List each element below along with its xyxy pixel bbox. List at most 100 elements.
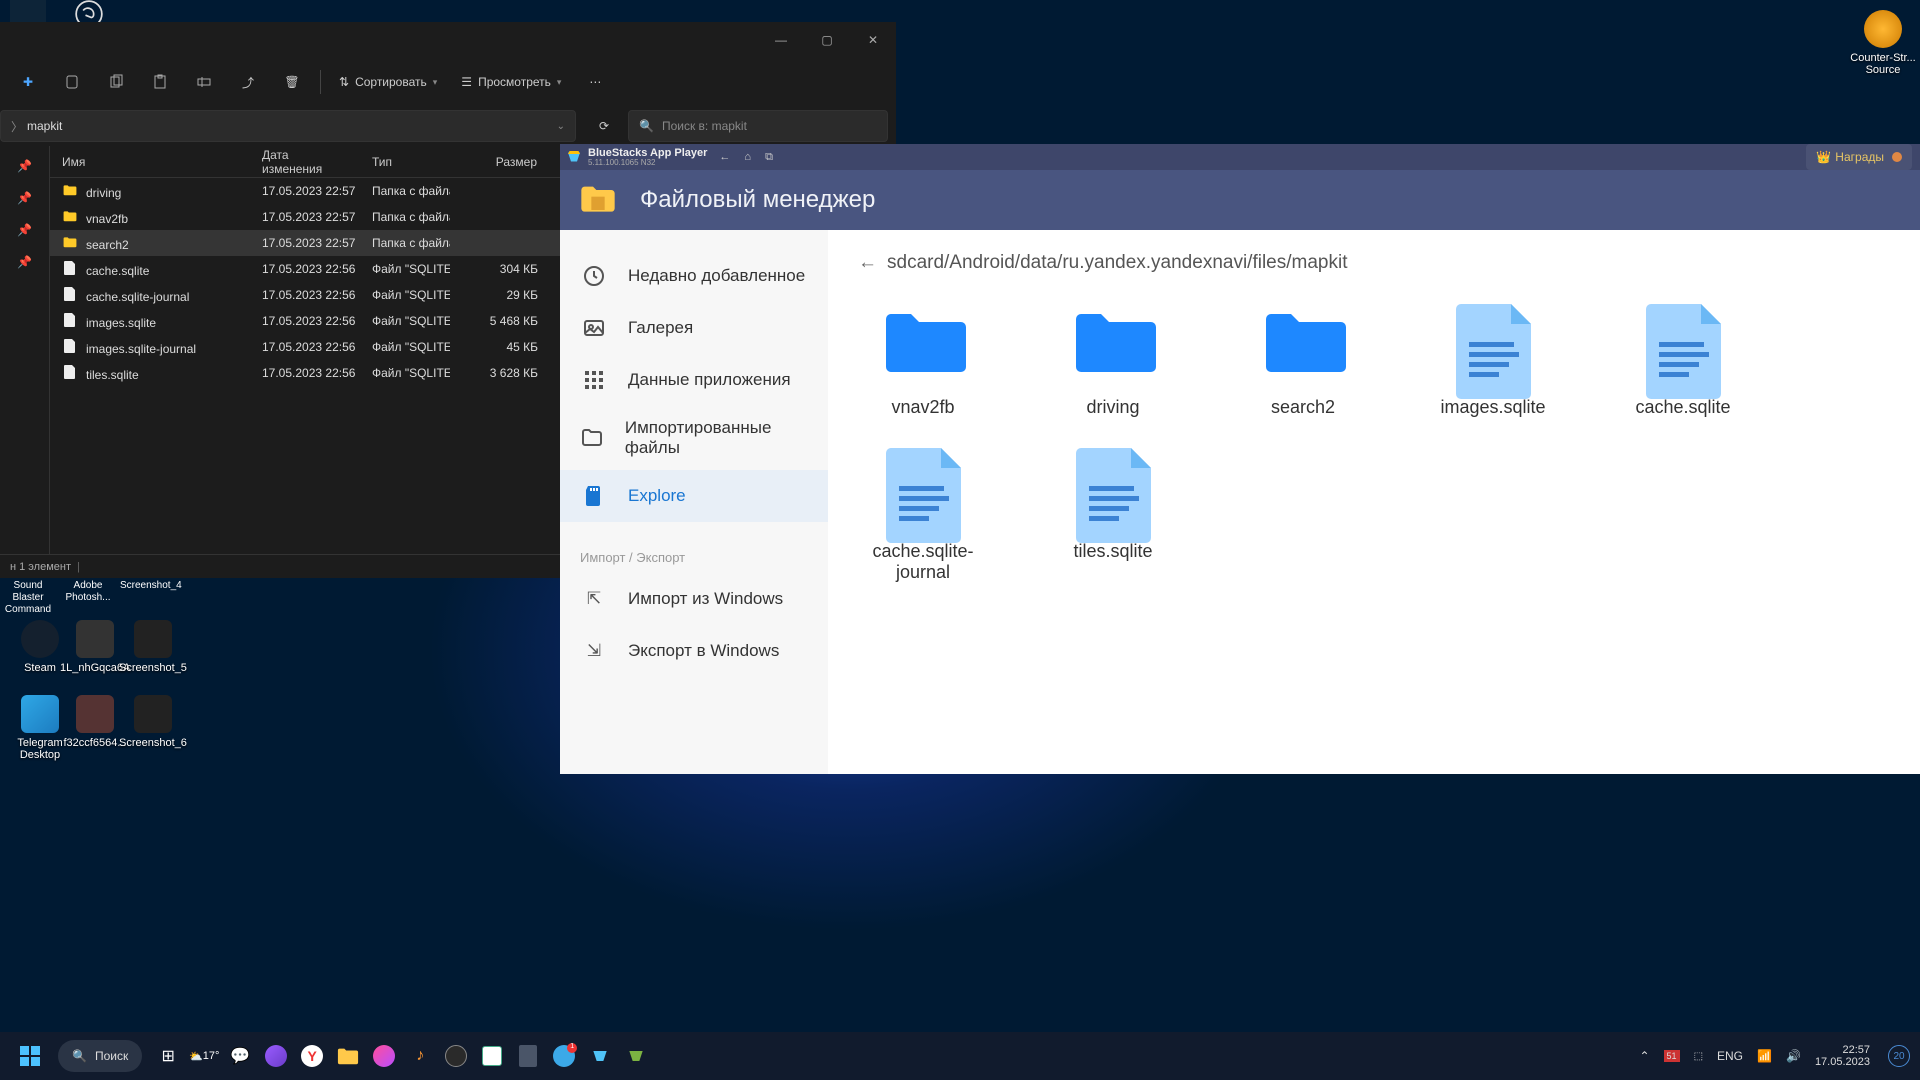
paste-icon[interactable] bbox=[140, 64, 180, 100]
copy-icon[interactable] bbox=[96, 64, 136, 100]
crown-icon: 👑 bbox=[1816, 150, 1831, 164]
half-life-icon bbox=[1864, 10, 1902, 48]
task-view-icon[interactable]: ⊞ bbox=[150, 1036, 186, 1076]
pin-icon[interactable]: 📌 bbox=[2, 216, 47, 244]
chat-icon[interactable]: 💬 bbox=[222, 1036, 258, 1076]
aimp-icon[interactable]: ♪ bbox=[402, 1036, 438, 1076]
cut-icon[interactable] bbox=[52, 64, 92, 100]
file-icon bbox=[62, 338, 78, 354]
app-icon[interactable] bbox=[258, 1036, 294, 1076]
desktop-thumb[interactable] bbox=[10, 0, 46, 22]
back-button[interactable]: ← bbox=[858, 252, 877, 274]
rewards-button[interactable]: 👑 Награды bbox=[1806, 144, 1912, 170]
new-button[interactable]: ✚ bbox=[8, 64, 48, 100]
grid-item[interactable]: vnav2fb bbox=[858, 304, 988, 418]
tray-app-icon[interactable]: 51 bbox=[1664, 1050, 1680, 1062]
close-button[interactable]: ✕ bbox=[850, 22, 896, 58]
bluestacks-taskbar-icon[interactable] bbox=[582, 1036, 618, 1076]
thumbnail-icon bbox=[134, 620, 172, 658]
sd-icon bbox=[580, 482, 608, 510]
folder-icon bbox=[881, 304, 966, 379]
bluestacks-x-icon[interactable] bbox=[618, 1036, 654, 1076]
folder-icon bbox=[1261, 304, 1346, 379]
col-size[interactable]: Размер bbox=[450, 155, 550, 169]
refresh-button[interactable]: ⟳ bbox=[588, 110, 620, 142]
col-date[interactable]: Дата изменения bbox=[250, 148, 360, 176]
grid-item[interactable]: driving bbox=[1048, 304, 1178, 418]
grid-item[interactable]: cache.sqlite bbox=[1618, 304, 1748, 418]
whatsapp-icon[interactable] bbox=[438, 1036, 474, 1076]
desktop-icon[interactable]: Screenshot_5 bbox=[118, 620, 188, 674]
sidebar-item-clock[interactable]: Недавно добавленное bbox=[560, 250, 828, 302]
yandex-icon[interactable]: Y bbox=[294, 1036, 330, 1076]
calculator-icon[interactable] bbox=[510, 1036, 546, 1076]
desktop-icon[interactable]: Screenshot_6 bbox=[118, 695, 188, 749]
start-button[interactable] bbox=[10, 1036, 50, 1076]
tray-chevron-icon[interactable]: ⌃ bbox=[1639, 1049, 1649, 1063]
sidebar-item-sd[interactable]: Explore bbox=[560, 470, 828, 522]
view-button[interactable]: ☰Просмотреть▾ bbox=[451, 64, 571, 100]
search-input[interactable]: 🔍 Поиск в: mapkit bbox=[628, 110, 888, 142]
thumbnail-icon bbox=[76, 695, 114, 733]
taskbar-search[interactable]: 🔍 Поиск bbox=[58, 1040, 142, 1072]
weather-widget[interactable]: ⛅17° bbox=[186, 1036, 222, 1076]
chevron-down-icon: ▾ bbox=[433, 77, 438, 88]
grid-item[interactable]: images.sqlite bbox=[1428, 304, 1558, 418]
breadcrumb[interactable]: mapkit bbox=[27, 119, 62, 133]
thumbnail-icon bbox=[134, 695, 172, 733]
export-windows[interactable]: ⇲ Экспорт в Windows bbox=[560, 625, 828, 677]
rename-icon[interactable] bbox=[184, 64, 224, 100]
itunes-icon[interactable] bbox=[366, 1036, 402, 1076]
language-indicator[interactable]: ENG bbox=[1717, 1049, 1743, 1063]
minimize-button[interactable]: ― bbox=[758, 22, 804, 58]
clock[interactable]: 22:57 17.05.2023 bbox=[1815, 1044, 1870, 1068]
chevron-down-icon[interactable]: ⌄ bbox=[557, 121, 565, 132]
grid-item[interactable]: search2 bbox=[1238, 304, 1368, 418]
breadcrumb-path: ← sdcard/Android/data/ru.yandex.yandexna… bbox=[858, 252, 1890, 274]
list-icon: ☰ bbox=[461, 75, 472, 89]
sort-button[interactable]: ⇅Сортировать▾ bbox=[329, 64, 447, 100]
skype-icon[interactable]: 1 bbox=[546, 1036, 582, 1076]
calendar-icon[interactable] bbox=[474, 1036, 510, 1076]
path-text[interactable]: sdcard/Android/data/ru.yandex.yandexnavi… bbox=[887, 252, 1347, 274]
wifi-icon[interactable]: 📶 bbox=[1757, 1049, 1772, 1063]
grid-item[interactable]: cache.sqlite-journal bbox=[858, 448, 988, 583]
file-icon bbox=[62, 286, 78, 302]
explorer-icon[interactable] bbox=[330, 1036, 366, 1076]
col-type[interactable]: Тип bbox=[360, 155, 450, 169]
notification-badge[interactable]: 20 bbox=[1888, 1045, 1910, 1067]
desktop-icon-label[interactable]: Screenshot_4 bbox=[120, 580, 172, 592]
desktop-icon-label[interactable]: Sound Blaster Command bbox=[2, 580, 54, 616]
pin-icon[interactable]: 📌 bbox=[2, 152, 47, 180]
share-icon[interactable]: ⤴ bbox=[228, 64, 268, 100]
desktop-icon-cs[interactable]: Counter-Str... Source bbox=[1848, 10, 1918, 76]
explorer-toolbar: ✚ ⤴ 🗑 ⇅Сортировать▾ ☰Просмотреть▾ ⋯ bbox=[0, 58, 896, 106]
address-bar[interactable]: 〉 mapkit ⌄ bbox=[0, 110, 576, 142]
trash-icon[interactable]: 🗑 bbox=[272, 64, 312, 100]
folder-icon bbox=[62, 182, 78, 198]
col-name[interactable]: Имя bbox=[50, 155, 250, 169]
whatsapp-icon-desktop[interactable] bbox=[75, 0, 105, 22]
file-icon bbox=[881, 448, 966, 523]
tray-app-icon[interactable]: ⬚ bbox=[1694, 1051, 1703, 1062]
folder-icon bbox=[578, 180, 618, 220]
pin-icon[interactable]: 📌 bbox=[2, 248, 47, 276]
bluestacks-window: BlueStacks App Player 5.11.100.1065 N32 … bbox=[560, 144, 1920, 774]
grid-item[interactable]: tiles.sqlite bbox=[1048, 448, 1178, 583]
more-button[interactable]: ⋯ bbox=[575, 64, 615, 100]
back-icon[interactable]: ← bbox=[719, 151, 730, 164]
sidebar-item-folder[interactable]: Импортированные файлы bbox=[560, 406, 828, 470]
sort-icon: ⇅ bbox=[339, 75, 349, 89]
import-icon: ⇱ bbox=[580, 585, 608, 613]
sidebar-item-apps[interactable]: Данные приложения bbox=[560, 354, 828, 406]
maximize-button[interactable]: ▢ bbox=[804, 22, 850, 58]
desktop-icon-label[interactable]: Adobe Photosh... bbox=[62, 580, 114, 604]
volume-icon[interactable]: 🔊 bbox=[1786, 1049, 1801, 1063]
sidebar-item-image[interactable]: Галерея bbox=[560, 302, 828, 354]
pin-icon[interactable]: 📌 bbox=[2, 184, 47, 212]
recent-icon[interactable]: ⧉ bbox=[765, 151, 773, 164]
search-icon: 🔍 bbox=[639, 119, 654, 133]
file-manager-header: Файловый менеджер bbox=[560, 170, 1920, 230]
import-windows[interactable]: ⇱ Импорт из Windows bbox=[560, 573, 828, 625]
home-icon[interactable]: ⌂ bbox=[744, 151, 751, 164]
